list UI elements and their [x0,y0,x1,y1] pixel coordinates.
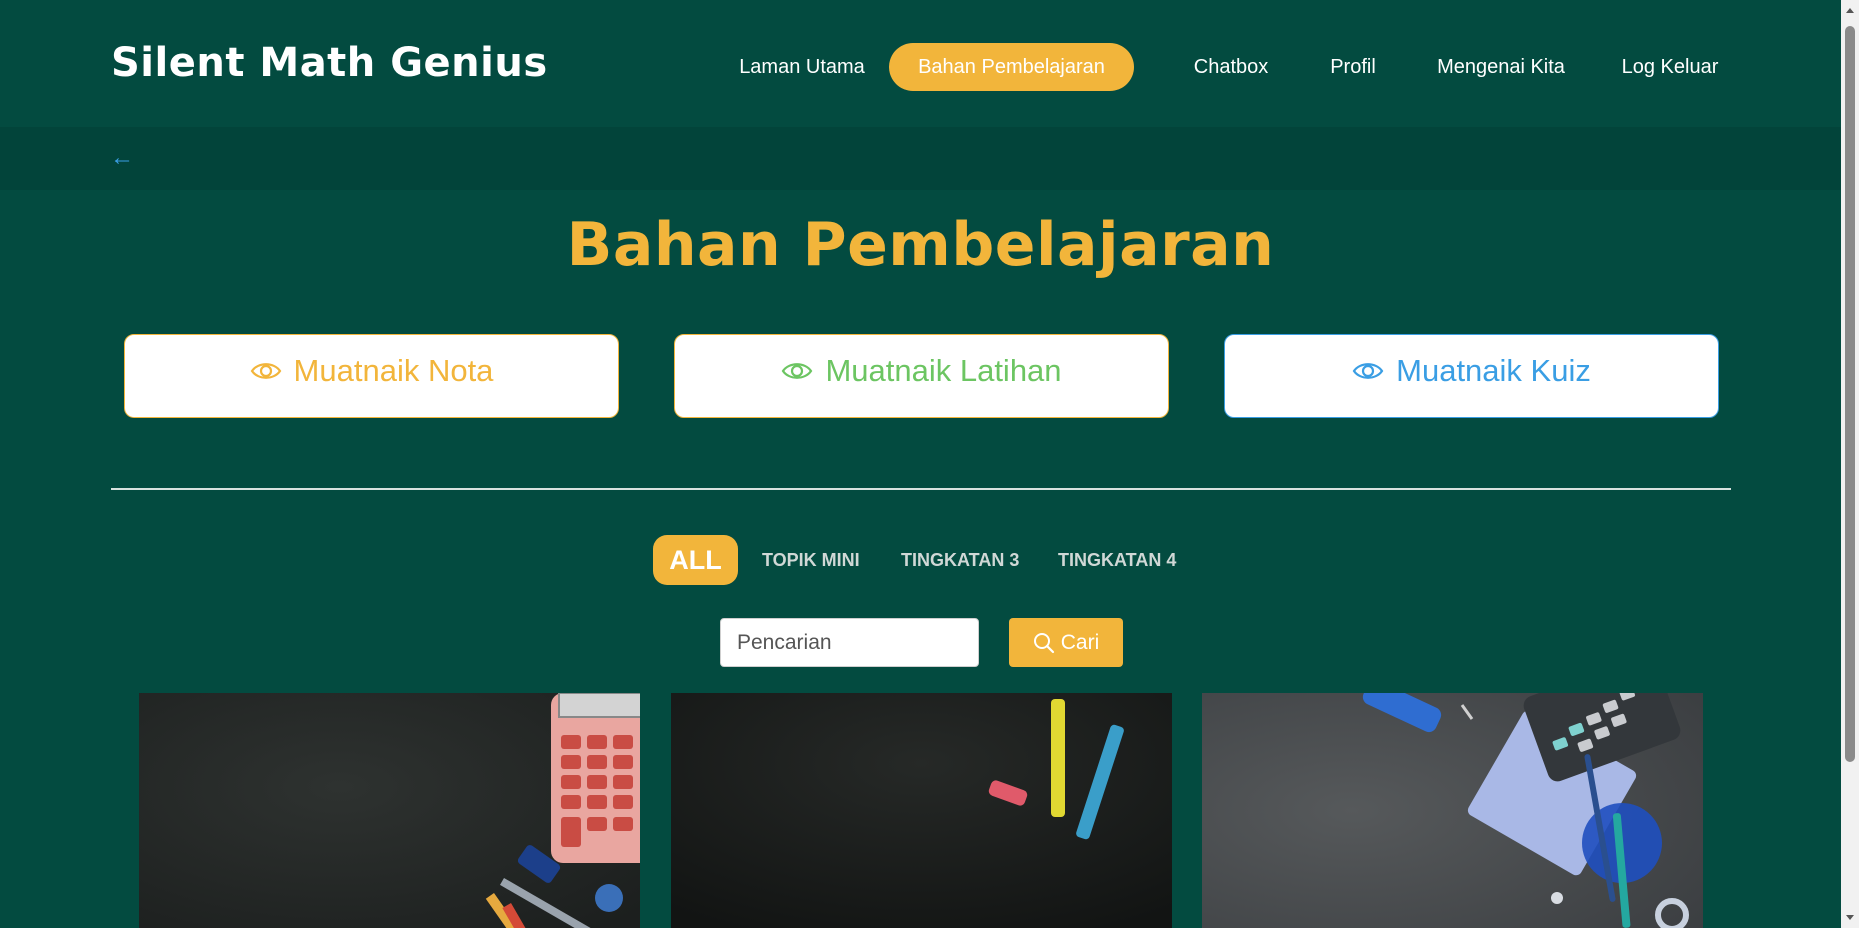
nav-item-mengenai-kita[interactable]: Mengenai Kita [1431,43,1571,91]
upload-latihan-button[interactable]: Muatnaik Latihan [674,334,1169,418]
desk-calculator-notebook-image [1202,693,1703,928]
nav-item-log-keluar[interactable]: Log Keluar [1618,43,1722,91]
upload-latihan-label: Muatnaik Latihan [825,353,1062,388]
filter-tabs: ALL TOPIK MINI TINGKATAN 3 TINGKATAN 4 [0,535,1841,585]
upload-nota-button[interactable]: Muatnaik Nota [124,334,619,418]
main-nav: Laman Utama Bahan Pembelajaran Chatbox P… [0,43,1841,91]
scroll-up-icon[interactable] [1845,6,1855,16]
search-button-label: Cari [1060,630,1100,654]
filter-tingkatan-4[interactable]: TINGKATAN 4 [1058,535,1176,585]
material-card[interactable] [671,693,1172,928]
back-bar: ← [0,127,1841,190]
nav-item-laman-utama[interactable]: Laman Utama [728,43,876,91]
search-button[interactable]: Cari [1009,618,1123,667]
blackboard-calculator-image [139,693,640,928]
upload-kuiz-label: Muatnaik Kuiz [1396,353,1591,388]
page-title: Bahan Pembelajaran [566,210,1275,280]
filter-tingkatan-3[interactable]: TINGKATAN 3 [901,535,1019,585]
arrow-left-icon[interactable]: ← [110,144,134,172]
blackboard-chalk-image [671,693,1172,928]
filter-all[interactable]: ALL [653,535,738,585]
scroll-thumb[interactable] [1845,26,1855,762]
filter-topik-mini[interactable]: TOPIK MINI [762,535,860,585]
material-card[interactable] [1202,693,1703,928]
eye-icon [782,363,813,379]
scroll-down-icon[interactable] [1845,912,1855,922]
nav-item-profil[interactable]: Profil [1322,43,1384,91]
upload-nota-label: Muatnaik Nota [293,353,494,388]
eye-icon [250,363,281,379]
material-card[interactable] [139,693,640,928]
search-icon [1033,632,1054,653]
divider [111,488,1731,490]
navbar: Silent Math Genius Laman Utama Bahan Pem… [0,0,1841,127]
eye-icon [1352,363,1384,379]
page-scrollbar[interactable] [1841,0,1859,928]
search-input[interactable] [720,618,979,667]
nav-item-bahan-pembelajaran[interactable]: Bahan Pembelajaran [889,43,1134,91]
upload-kuiz-button[interactable]: Muatnaik Kuiz [1224,334,1719,418]
nav-item-chatbox[interactable]: Chatbox [1186,43,1276,91]
page: Silent Math Genius Laman Utama Bahan Pem… [0,0,1841,928]
